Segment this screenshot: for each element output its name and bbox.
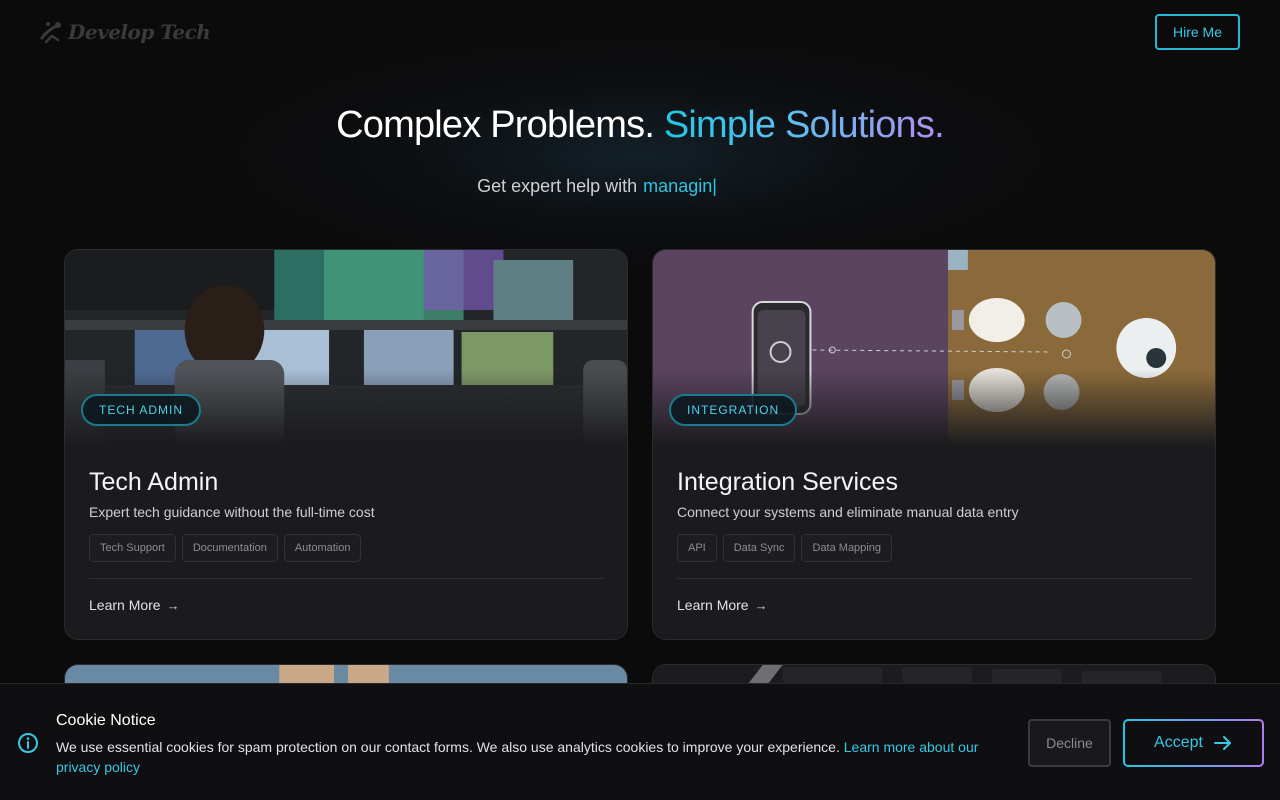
- accept-button-inner: Accept: [1125, 721, 1262, 765]
- arrow-right-icon: [1213, 736, 1231, 750]
- learn-more-label: Learn More: [677, 597, 749, 613]
- card-divider: [677, 578, 1192, 579]
- logo-text: Develop Tech: [68, 20, 211, 44]
- service-card-tech-admin[interactable]: TECH ADMIN Tech Admin Expert tech guidan…: [64, 249, 628, 640]
- typed-text: managin: [643, 176, 713, 196]
- card-title: Tech Admin: [89, 468, 219, 496]
- tag: Tech Support: [89, 534, 176, 562]
- tag: API: [677, 534, 717, 562]
- card-description: Expert tech guidance without the full-ti…: [89, 504, 375, 520]
- typing-cursor: |: [712, 176, 717, 196]
- tag-list: API Data Sync Data Mapping: [677, 534, 892, 562]
- card-title: Integration Services: [677, 468, 898, 496]
- cookie-title: Cookie Notice: [56, 712, 156, 729]
- category-badge: TECH ADMIN: [81, 394, 202, 426]
- hero-subtitle-text: Get expert help with: [477, 176, 638, 196]
- accept-button[interactable]: Accept: [1123, 719, 1264, 767]
- cookie-banner: Cookie Notice We use essential cookies f…: [0, 683, 1280, 800]
- hero-title-plain: Complex Problems.: [336, 104, 655, 146]
- cookie-message: We use essential cookies for spam protec…: [56, 739, 844, 755]
- tag: Data Mapping: [801, 534, 892, 562]
- learn-more-link[interactable]: Learn More →: [677, 597, 768, 613]
- accept-label: Accept: [1154, 734, 1203, 751]
- tag-list: Tech Support Documentation Automation: [89, 534, 362, 562]
- tag: Documentation: [181, 534, 278, 562]
- hero-title: Complex Problems. Simple Solutions.: [0, 104, 1280, 147]
- arrow-right-icon: →: [754, 597, 768, 613]
- info-icon: [18, 733, 38, 753]
- service-card-integration[interactable]: INTEGRATION Integration Services Connect…: [652, 249, 1216, 640]
- logo[interactable]: Develop Tech: [38, 16, 211, 48]
- tag: Data Sync: [722, 534, 796, 562]
- tag: Automation: [283, 534, 362, 562]
- logo-icon: [40, 22, 61, 44]
- hero-glow: [240, 40, 1040, 270]
- hero-subtitle: Get expert help with managin|: [0, 176, 1194, 197]
- learn-more-label: Learn More: [89, 597, 161, 613]
- learn-more-link[interactable]: Learn More →: [89, 597, 180, 613]
- hire-me-button[interactable]: Hire Me: [1155, 14, 1240, 50]
- hero-title-accent: Simple Solutions.: [663, 104, 945, 146]
- arrow-right-icon: →: [166, 597, 180, 613]
- decline-button[interactable]: Decline: [1028, 719, 1111, 767]
- card-divider: [89, 578, 604, 579]
- card-description: Connect your systems and eliminate manua…: [677, 504, 1019, 520]
- cookie-text: We use essential cookies for spam protec…: [56, 737, 1006, 777]
- category-badge: INTEGRATION: [669, 394, 798, 426]
